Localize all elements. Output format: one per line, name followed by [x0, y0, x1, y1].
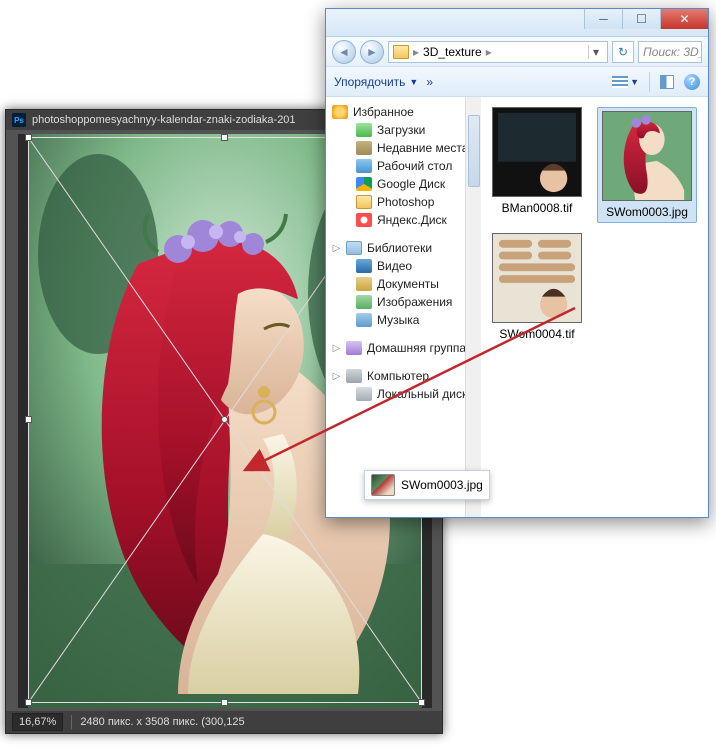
tree-item[interactable]: Документы — [326, 275, 480, 293]
nav-back-button[interactable]: ◄ — [332, 40, 356, 64]
tree-item-label: Photoshop — [377, 195, 434, 209]
drag-filename: SWom0003.jpg — [401, 478, 483, 492]
vid-icon — [356, 259, 372, 273]
mus-icon — [356, 313, 372, 327]
tree-item[interactable]: Избранное — [326, 103, 480, 121]
lib-icon — [346, 241, 362, 255]
tree-item-label: Локальный диск — [377, 387, 467, 401]
search-box[interactable]: Поиск: 3D_ — [638, 41, 702, 63]
photoshop-document-title: photoshoppomesyachnyy-kalendar-znaki-zod… — [32, 114, 296, 126]
file-label: SWom0003.jpg — [606, 205, 688, 219]
document-dimensions: 2480 пикс. x 3508 пикс. (300,125 — [80, 716, 244, 728]
tree-item[interactable]: Музыка — [326, 311, 480, 329]
tree-item[interactable]: Рабочий стол — [326, 157, 480, 175]
tree-item-label: Google Диск — [377, 177, 445, 191]
tree-item-label: Загрузки — [377, 123, 425, 137]
star-icon — [332, 105, 348, 119]
tree-item[interactable]: Загрузки — [326, 121, 480, 139]
chevron-down-icon: ▼ — [409, 77, 418, 87]
file-list[interactable]: BMan0008.tif SWom0003.jpg SWom0004.tif — [481, 97, 708, 517]
explorer-window: ─ ☐ ✕ ◄ ► ▸ 3D_texture ▸ ▾ ↻ Поиск: 3D_ … — [325, 8, 709, 518]
doc-icon — [356, 277, 372, 291]
tree-item[interactable]: ▷ Домашняя группа — [326, 339, 480, 357]
tree-item-label: Яндекс.Диск — [377, 213, 447, 227]
file-thumbnail — [492, 107, 582, 197]
tree-item[interactable]: ▷ Компьютер — [326, 367, 480, 385]
file-item[interactable]: SWom0003.jpg — [597, 107, 697, 223]
preview-pane-toggle[interactable] — [660, 75, 674, 89]
tree-item[interactable]: Локальный диск — [326, 385, 480, 403]
breadcrumb-history-dropdown[interactable]: ▾ — [588, 45, 603, 59]
tree-item[interactable]: ▷ Библиотеки — [326, 239, 480, 257]
file-item[interactable]: SWom0004.tif — [487, 233, 587, 341]
tree-scrollbar[interactable] — [465, 97, 481, 517]
tree-item-label: Музыка — [377, 313, 419, 327]
search-placeholder: Поиск: 3D_ — [643, 45, 702, 59]
chevron-right-icon: ▸ — [486, 45, 492, 59]
expand-caret-icon[interactable]: ▷ — [332, 243, 341, 254]
explorer-titlebar[interactable]: ─ ☐ ✕ — [326, 9, 708, 37]
window-maximize-button[interactable]: ☐ — [622, 9, 660, 29]
tree-item[interactable]: Google Диск — [326, 175, 480, 193]
help-button[interactable]: ? — [684, 74, 700, 90]
tree-item-label: Видео — [377, 259, 412, 273]
disk-icon — [356, 387, 372, 401]
address-bar[interactable]: ▸ 3D_texture ▸ ▾ — [388, 41, 608, 63]
tree-item-label: Избранное — [353, 105, 414, 119]
drag-ghost: SWom0003.jpg — [364, 470, 490, 500]
tree-item-label: Изображения — [377, 295, 452, 309]
yd-icon — [356, 213, 372, 227]
file-item[interactable]: BMan0008.tif — [487, 107, 587, 223]
recent-icon — [356, 141, 372, 155]
nav-forward-button[interactable]: ► — [360, 40, 384, 64]
file-thumbnail — [492, 233, 582, 323]
photoshop-statusbar: 16,67% 2480 пикс. x 3508 пикс. (300,125 — [6, 711, 442, 733]
expand-caret-icon[interactable]: ▷ — [332, 343, 341, 354]
photoshop-logo-icon: Ps — [12, 113, 26, 127]
file-label: BMan0008.tif — [502, 201, 573, 215]
gd-icon — [356, 177, 372, 191]
zoom-level[interactable]: 16,67% — [12, 713, 63, 731]
view-icon — [612, 76, 628, 88]
folder-icon — [356, 195, 372, 209]
tree-item-label: Документы — [377, 277, 439, 291]
file-label: SWom0004.tif — [499, 327, 574, 341]
chevron-down-icon: ▼ — [630, 77, 639, 87]
view-mode-button[interactable]: ▼ — [612, 76, 639, 88]
tree-item-label: Домашняя группа — [367, 341, 466, 355]
refresh-button[interactable]: ↻ — [612, 41, 634, 63]
explorer-navbar: ◄ ► ▸ 3D_texture ▸ ▾ ↻ Поиск: 3D_ — [326, 37, 708, 67]
tree-item-label: Рабочий стол — [377, 159, 452, 173]
organize-menu[interactable]: Упорядочить ▼ — [334, 75, 418, 89]
chevron-right-icon: ▸ — [413, 45, 419, 59]
desk-icon — [356, 159, 372, 173]
tree-item[interactable]: Яндекс.Диск — [326, 211, 480, 229]
tree-item-label: Библиотеки — [367, 241, 432, 255]
explorer-toolbar: Упорядочить ▼ » ▼ ? — [326, 67, 708, 97]
tree-item[interactable]: Photoshop — [326, 193, 480, 211]
tree-item[interactable]: Видео — [326, 257, 480, 275]
window-close-button[interactable]: ✕ — [660, 9, 708, 29]
expand-caret-icon[interactable]: ▷ — [332, 371, 341, 382]
organize-label: Упорядочить — [334, 75, 405, 89]
file-thumbnail — [602, 111, 692, 201]
toolbar-overflow[interactable]: » — [426, 75, 433, 89]
comp-icon — [346, 369, 362, 383]
tree-item[interactable]: Недавние места — [326, 139, 480, 157]
img-icon — [356, 295, 372, 309]
drag-thumbnail-icon — [371, 474, 395, 496]
tree-item-label: Недавние места — [377, 141, 468, 155]
dl-icon — [356, 123, 372, 137]
home-icon — [346, 341, 362, 355]
tree-item-label: Компьютер — [367, 369, 429, 383]
folder-icon — [393, 45, 409, 59]
window-minimize-button[interactable]: ─ — [584, 9, 622, 29]
tree-item[interactable]: Изображения — [326, 293, 480, 311]
navigation-tree[interactable]: Избранное Загрузки Недавние места Рабочий с… — [326, 97, 481, 517]
breadcrumb-folder[interactable]: 3D_texture — [423, 45, 482, 59]
